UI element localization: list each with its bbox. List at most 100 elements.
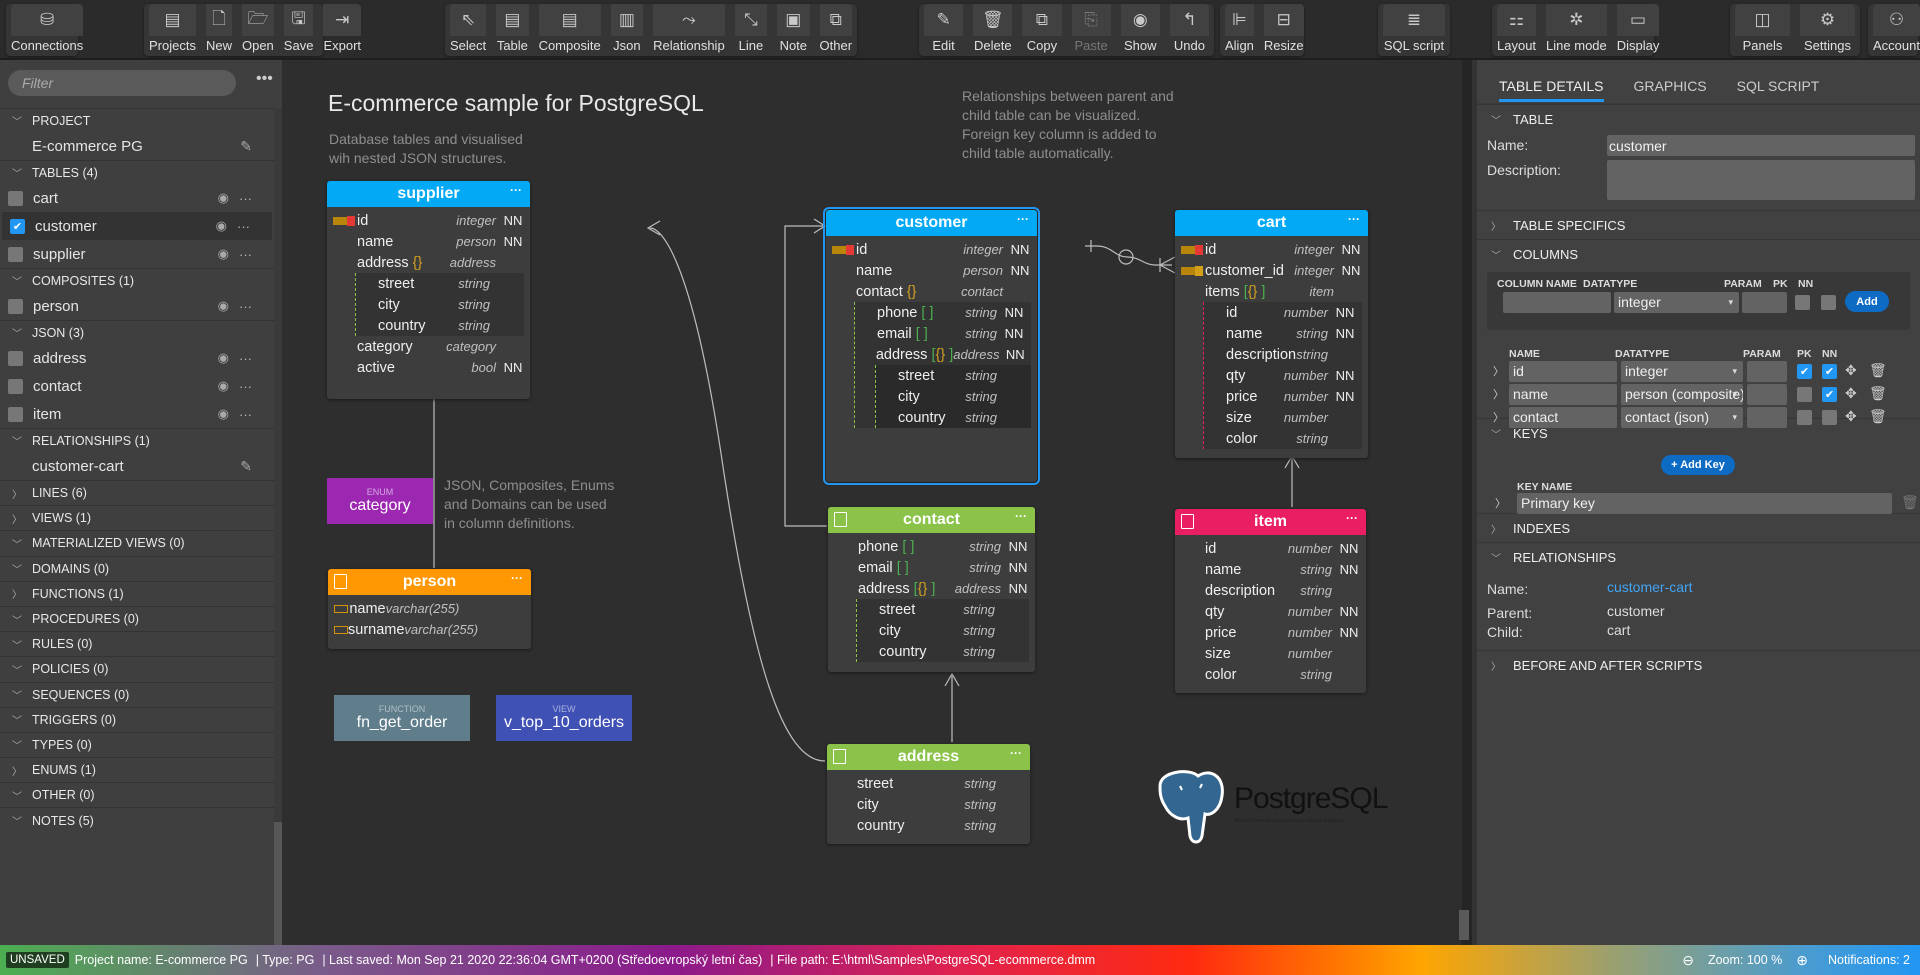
column-name-input[interactable]: contact — [1509, 407, 1617, 428]
column-row[interactable]: id integer NN — [327, 210, 530, 231]
column-row[interactable]: category category — [327, 336, 530, 357]
column-row[interactable]: name person NN — [327, 231, 530, 252]
tree-item-person[interactable]: person ◉ ··· — [0, 292, 274, 320]
display-button[interactable]: ▭ Display — [1612, 4, 1665, 56]
copy-button[interactable]: ⧉ Copy — [1017, 4, 1066, 56]
column-row[interactable]: name varchar(255) — [328, 598, 531, 619]
more-icon[interactable]: ··· — [1015, 509, 1027, 523]
add-key-button[interactable]: + Add Key — [1661, 455, 1735, 475]
trash-icon[interactable]: 🗑 — [1869, 408, 1887, 425]
column-row[interactable]: size number — [1204, 407, 1362, 428]
sidebar-scrollbar[interactable] — [274, 108, 282, 945]
connections-button[interactable]: ⛁ Connections — [6, 4, 88, 56]
json-contact[interactable]: contact ··· phone [ ] string NN email [ ] stri… — [828, 507, 1035, 672]
checkbox[interactable] — [8, 350, 23, 366]
eye-icon[interactable]: ◉ — [218, 350, 229, 366]
more-icon[interactable]: ··· — [237, 219, 250, 234]
new-column-name-input[interactable] — [1503, 292, 1611, 313]
column-row[interactable]: qty number NN — [1175, 601, 1366, 622]
account-button[interactable]: ⚇ Account — [1868, 4, 1920, 56]
column-param-input[interactable] — [1747, 361, 1787, 382]
more-icon[interactable]: ··· — [1010, 746, 1022, 760]
new-column-nn-checkbox[interactable] — [1821, 295, 1836, 310]
checkbox[interactable]: ✔ — [10, 218, 25, 234]
column-row[interactable]: items [{} ] item — [1175, 281, 1368, 302]
note-json-composites[interactable]: JSON, Composites, Enums and Domains can … — [444, 476, 619, 533]
view-v-top-10-orders[interactable]: VIEW v_top_10_orders — [496, 695, 632, 741]
chevron-right-icon[interactable]: 〉 — [1493, 363, 1504, 379]
json-button[interactable]: ▥ Json — [606, 4, 648, 56]
more-icon[interactable]: ··· — [239, 351, 252, 366]
projects-button[interactable]: ▤ Projects — [144, 4, 201, 56]
more-icon[interactable]: ··· — [239, 247, 252, 262]
column-name-input[interactable]: id — [1509, 361, 1617, 382]
tree-section[interactable]: ﹀ RELATIONSHIPS (1) — [0, 428, 274, 452]
entity-header[interactable]: supplier ··· — [327, 181, 530, 207]
relationship-button[interactable]: ⤳ Relationship — [648, 4, 730, 56]
column-row[interactable]: country string — [857, 641, 1029, 662]
trash-icon[interactable]: 🗑 — [1901, 494, 1919, 511]
delete-button[interactable]: 🗑 Delete — [968, 4, 1017, 56]
column-row[interactable]: name person NN — [826, 260, 1037, 281]
tree-section[interactable]: ﹀ TRIGGERS (0) — [0, 706, 274, 732]
column-row[interactable]: color string — [1204, 428, 1362, 449]
line-button[interactable]: ⤡ Line — [730, 4, 772, 56]
table-button[interactable]: ▤ Table — [491, 4, 533, 56]
open-button[interactable]: 🗁 Open — [237, 4, 279, 56]
tree-section[interactable]: ﹀ DOMAINS (0) — [0, 555, 274, 581]
entity-header[interactable]: cart ··· — [1175, 210, 1368, 236]
chevron-right-icon[interactable]: 〉 — [1493, 409, 1504, 425]
column-row[interactable]: price number NN — [1175, 622, 1366, 643]
column-row[interactable]: address {} address — [327, 252, 530, 273]
key-name-input[interactable]: Primary key — [1517, 493, 1892, 514]
column-row[interactable]: email [ ] string NN — [828, 557, 1035, 578]
json-address[interactable]: address ··· street string city string country s… — [827, 744, 1030, 844]
note-button[interactable]: ▣ Note — [772, 4, 814, 56]
other-button[interactable]: ⧉ Other — [815, 4, 858, 56]
new-column-datatype-select[interactable]: integer — [1614, 292, 1739, 313]
tree-section[interactable]: 〉 FUNCTIONS (1) — [0, 580, 274, 606]
column-row[interactable]: city string — [356, 294, 524, 315]
tree-section[interactable]: 〉 LINES (6) — [0, 480, 274, 505]
resize-button[interactable]: ⊟ Resize — [1259, 4, 1309, 56]
composite-button[interactable]: ▤ Composite — [534, 4, 606, 56]
checkbox[interactable] — [8, 298, 23, 314]
note-database-tables[interactable]: Database tables and visualised wih neste… — [329, 130, 539, 168]
column-param-input[interactable] — [1747, 407, 1787, 428]
column-row[interactable]: name string NN — [1175, 559, 1366, 580]
column-datatype-select[interactable]: person (composite) — [1621, 384, 1743, 405]
tree-section[interactable]: ﹀ OTHER (0) — [0, 782, 274, 807]
add-column-button[interactable]: Add — [1845, 291, 1889, 312]
tree-section[interactable]: ﹀ TABLES (4) — [0, 160, 274, 184]
checkbox[interactable] — [8, 246, 23, 262]
column-row[interactable]: phone [ ] string NN — [828, 536, 1035, 557]
show-button[interactable]: ◉ Show — [1116, 4, 1165, 56]
column-row[interactable]: customer_id integer NN — [1175, 260, 1368, 281]
sql-script-button[interactable]: ≣ SQL script — [1378, 4, 1450, 56]
tree-section[interactable]: ﹀ POLICIES (0) — [0, 656, 274, 681]
entity-header[interactable]: contact ··· — [828, 507, 1035, 533]
column-row[interactable]: contact {} contact — [826, 281, 1037, 302]
section-columns[interactable]: ﹀ COLUMNS — [1477, 239, 1920, 268]
note-relationships[interactable]: Relationships between parent and child t… — [962, 87, 1177, 163]
column-row[interactable]: street string — [356, 273, 524, 294]
more-icon[interactable]: ··· — [239, 379, 252, 394]
column-row[interactable]: street string — [827, 773, 1030, 794]
column-datatype-select[interactable]: integer — [1621, 361, 1743, 382]
section-table[interactable]: ﹀ TABLE — [1477, 104, 1920, 133]
column-row[interactable]: description string — [1204, 344, 1362, 365]
table-customer[interactable]: customer ··· id integer NN name person NN contac… — [823, 207, 1040, 485]
new-column-pk-checkbox[interactable] — [1795, 295, 1810, 310]
tree-item-customer[interactable]: ✔ customer ◉ ··· — [2, 212, 272, 240]
tree-item-address[interactable]: address ◉ ··· — [0, 344, 274, 372]
export-button[interactable]: ⇥ Export — [318, 4, 366, 56]
section-table-specifics[interactable]: 〉 TABLE SPECIFICS — [1477, 210, 1920, 239]
function-fn-get-order[interactable]: FUNCTION fn_get_order — [334, 695, 470, 741]
column-row[interactable]: country string — [827, 815, 1030, 836]
section-relationships[interactable]: ﹀ RELATIONSHIPS — [1477, 542, 1920, 571]
eye-icon[interactable]: ◉ — [218, 298, 229, 314]
enum-category[interactable]: ENUM category — [327, 478, 433, 524]
tree-section[interactable]: ﹀ TYPES (0) — [0, 731, 274, 757]
json-item[interactable]: item ··· id number NN name string NN description… — [1175, 509, 1366, 693]
column-row[interactable]: address [{} ] address NN — [855, 344, 1031, 365]
